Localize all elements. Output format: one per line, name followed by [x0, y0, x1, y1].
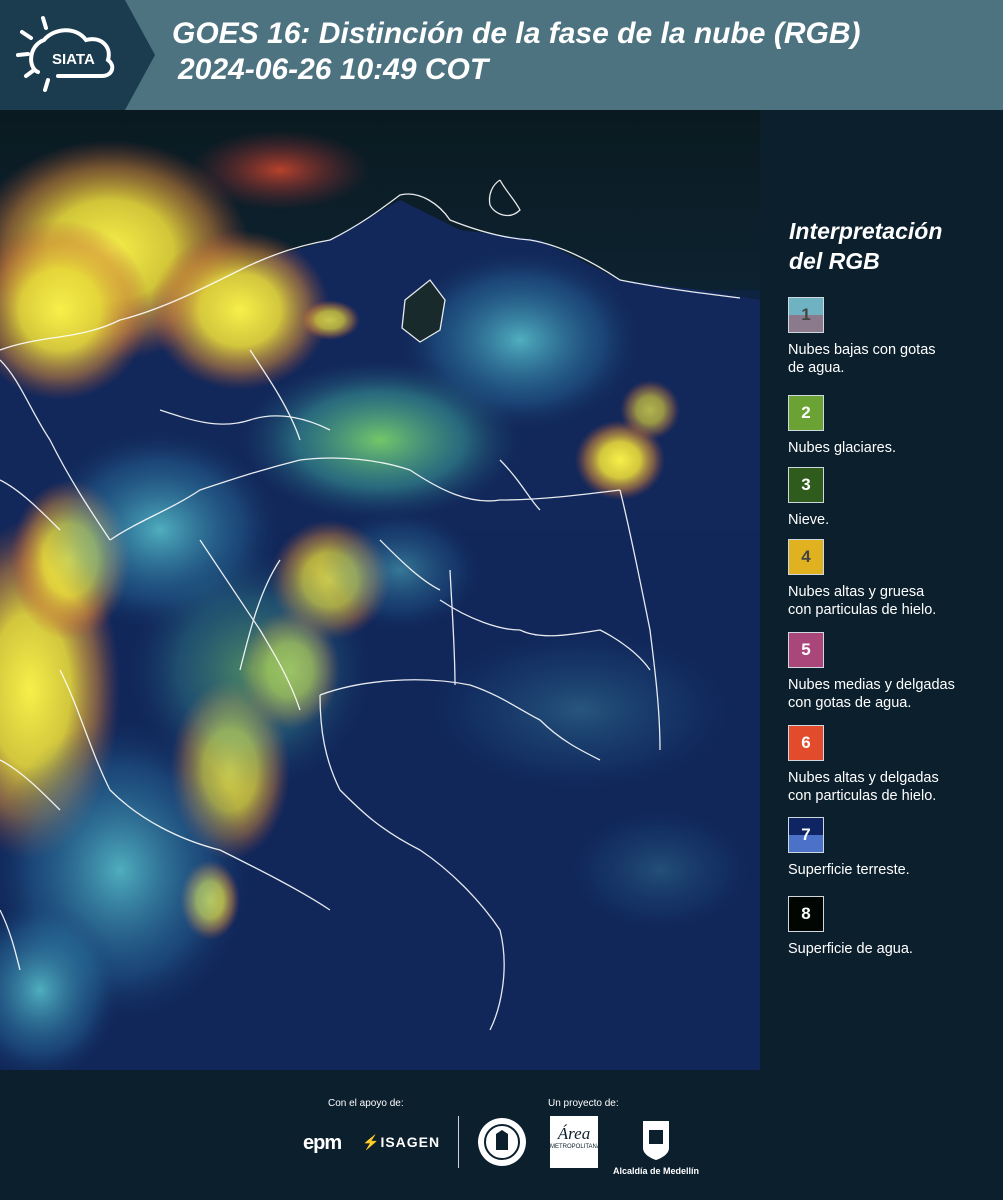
legend-label-line-1: Superficie terreste.	[788, 862, 910, 878]
legend-label-line-2: con particulas de hielo.	[788, 788, 937, 804]
legend-label-line-1: Nubes medias y delgadas	[788, 677, 955, 693]
title-line-1: GOES 16: Distinción de la fase de la nub…	[172, 17, 861, 50]
area-logo-subtext: METROPOLITANA	[550, 1144, 601, 1150]
legend-swatch: 2	[788, 395, 824, 431]
legend-item-3: 3 Nieve.	[788, 467, 1000, 529]
legend-item-8: 8 Superficie de agua.	[788, 896, 1000, 958]
legend-label-line-2: de agua.	[788, 360, 845, 376]
university-seal-icon	[478, 1118, 526, 1166]
legend-swatch: 4	[788, 539, 824, 575]
siata-logo-icon: SIATA	[16, 16, 115, 92]
legend-swatch: 8	[788, 896, 824, 932]
header-bar: SIATA GOES 16: Distinción de la fase de …	[0, 0, 1003, 110]
medellin-coat-icon	[643, 1121, 669, 1160]
legend-label: Nieve.	[788, 511, 1000, 529]
legend-item-4: 4 Nubes altas y gruesa con particulas de h…	[788, 539, 1000, 619]
legend-label: Nubes bajas con gotas de agua.	[788, 341, 1000, 377]
footer: Con el apoyo de: Un proyecto de: epm ⚡IS…	[0, 1070, 1003, 1200]
legend-label: Nubes altas y gruesa con particulas de hi…	[788, 583, 1000, 619]
legend-swatch: 3	[788, 467, 824, 503]
project-label: Un proyecto de:	[548, 1098, 619, 1109]
support-label: Con el apoyo de:	[328, 1098, 404, 1109]
legend-number: 5	[801, 640, 811, 659]
legend-item-1: 1 Nubes bajas con gotas de agua.	[788, 297, 1000, 377]
area-logo-text: Área	[557, 1124, 591, 1143]
legend-title-line-2: del RGB	[789, 248, 880, 274]
legend-label-line-2: con particulas de hielo.	[788, 602, 937, 618]
legend-item-2: 2 Nubes glaciares.	[788, 395, 1000, 457]
legend-label: Superficie de agua.	[788, 940, 1000, 958]
legend-number: 8	[801, 904, 811, 923]
isagen-logo: ⚡ISAGEN	[362, 1134, 440, 1151]
legend-label-line-1: Nubes altas y delgadas	[788, 770, 939, 786]
area-metropolitana-logo: Área METROPOLITANA	[550, 1116, 601, 1168]
legend-title: Interpretación del RGB	[789, 216, 942, 276]
legend-item-6: 6 Nubes altas y delgadas con particulas de…	[788, 725, 1000, 805]
legend-label-line-1: Nubes altas y gruesa	[788, 584, 925, 600]
page-title: GOES 16: Distinción de la fase de la nub…	[172, 16, 860, 88]
title-line-2: 2024-06-26 10:49 COT	[178, 53, 489, 86]
legend-label: Nubes medias y delgadas con gotas de agua…	[788, 676, 1000, 712]
siata-logo-block: SIATA	[0, 0, 155, 110]
footer-divider	[458, 1116, 459, 1168]
legend-label: Nubes glaciares.	[788, 439, 1000, 457]
legend-number: 3	[801, 475, 811, 494]
legend-item-7: 7 Superficie terreste.	[788, 817, 1000, 879]
legend-swatch: 6	[788, 725, 824, 761]
legend-number: 2	[801, 403, 811, 422]
legend-label: Superficie terreste.	[788, 861, 1000, 879]
legend-label: Nubes altas y delgadas con particulas de …	[788, 769, 1000, 805]
legend-label-line-1: Superficie de agua.	[788, 941, 913, 957]
legend-label-line-1: Nieve.	[788, 512, 830, 528]
legend-label-line-1: Nubes bajas con gotas	[788, 342, 936, 358]
legend-number: 7	[801, 825, 811, 844]
legend-title-line-1: Interpretación	[789, 218, 943, 244]
siata-logo-text: SIATA	[52, 51, 95, 68]
legend-number: 1	[801, 305, 811, 324]
isagen-logo-text: ISAGEN	[380, 1134, 441, 1150]
legend-item-5: 5 Nubes medias y delgadas con gotas de agu…	[788, 632, 1000, 712]
alcaldia-logo-text: Alcaldía de Medellín	[613, 1166, 700, 1176]
legend-number: 4	[801, 547, 811, 566]
satellite-image	[0, 110, 760, 1070]
legend-swatch: 1	[788, 297, 824, 333]
legend-label-line-2: con gotas de agua.	[788, 695, 912, 711]
legend-swatch: 5	[788, 632, 824, 668]
legend-label-line-1: Nubes glaciares.	[788, 440, 896, 456]
isagen-mark-icon: ⚡	[362, 1134, 381, 1150]
legend-number: 6	[801, 733, 811, 752]
epm-logo: epm	[303, 1132, 342, 1154]
satellite-map	[0, 110, 760, 1070]
legend-swatch: 7	[788, 817, 824, 853]
